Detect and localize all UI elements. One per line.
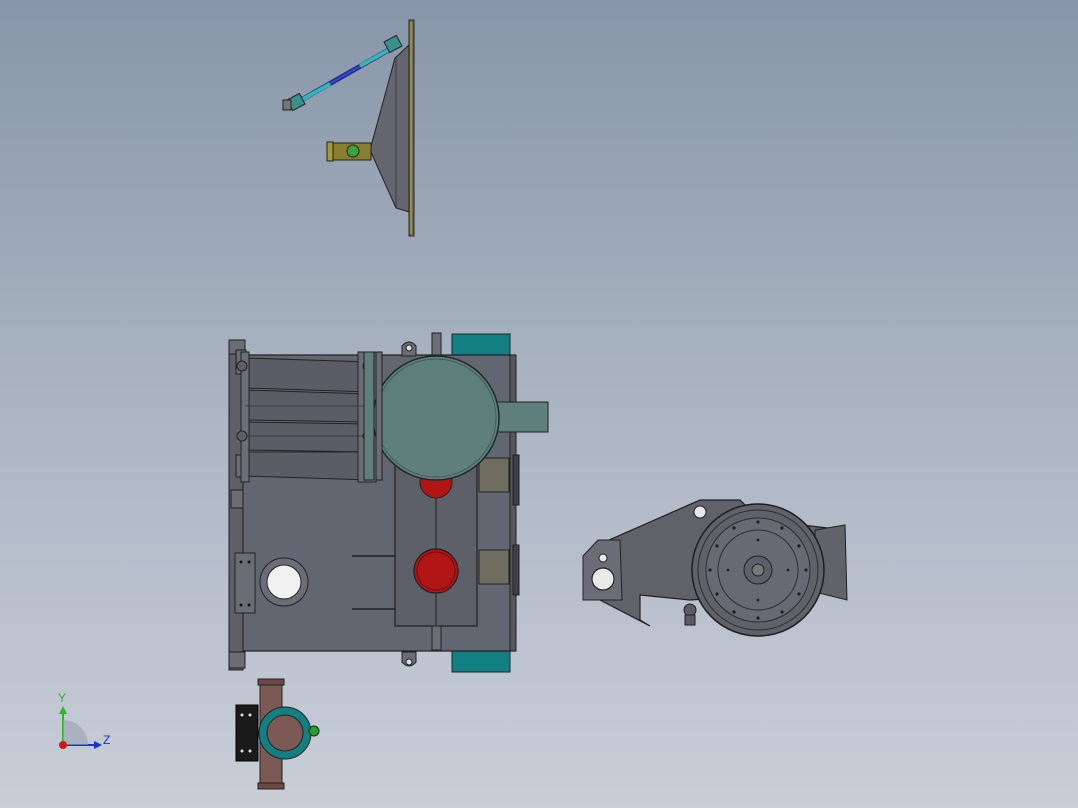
y-axis-label: Y xyxy=(58,691,66,705)
red-port-lower xyxy=(413,548,459,594)
cad-viewport[interactable]: Y Z xyxy=(0,0,1078,808)
cad-scene: Y Z xyxy=(58,19,848,790)
cylinder-bays xyxy=(236,351,377,483)
pin-green xyxy=(346,144,360,158)
teal-block-top xyxy=(451,333,511,357)
outlet-nozzle xyxy=(495,401,549,433)
valve-assembly[interactable] xyxy=(235,678,320,790)
x-axis-point xyxy=(59,741,67,749)
circular-tank xyxy=(372,355,500,481)
orientation-triad: Y Z xyxy=(58,691,110,749)
z-axis-label: Z xyxy=(103,733,110,747)
bracket-assembly[interactable] xyxy=(282,19,415,237)
gearbox-assembly[interactable] xyxy=(228,332,549,673)
wheel-frame-assembly[interactable] xyxy=(582,499,848,637)
gusset-plate xyxy=(369,43,410,213)
teal-block-bottom xyxy=(451,649,511,673)
